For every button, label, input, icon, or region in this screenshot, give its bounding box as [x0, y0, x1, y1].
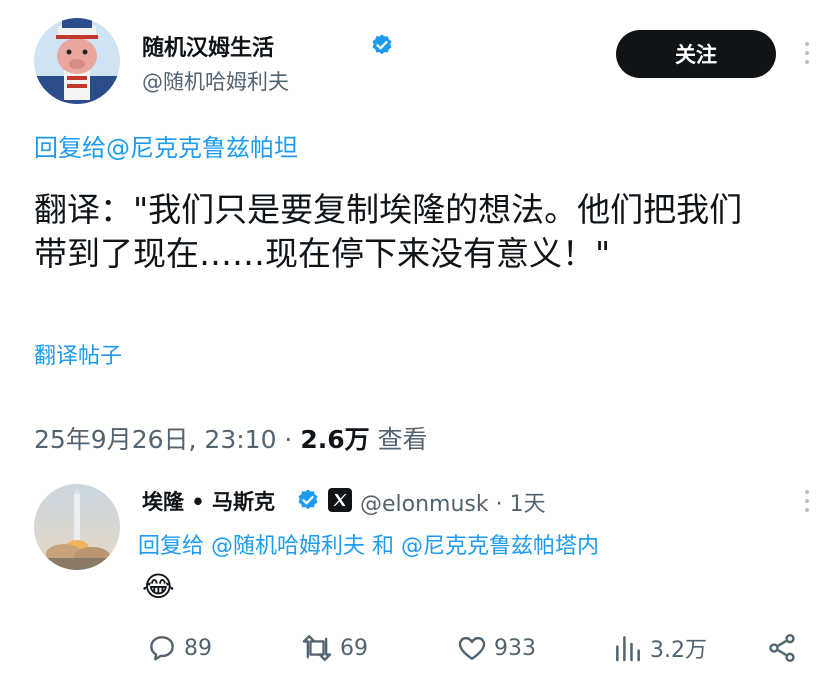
views-action[interactable]: 3.2万: [612, 632, 707, 664]
author-avatar[interactable]: [34, 18, 120, 104]
reply-emoji: 😂: [142, 570, 175, 603]
tweet-meta: 25年9月26日, 23:10 · 2.6万 查看: [34, 420, 428, 456]
reply-to-link[interactable]: 回复给 @随机哈姆利夫 和 @尼克克鲁兹帕塔内: [138, 528, 599, 560]
reply-author-name[interactable]: 埃隆 • 马斯克: [142, 486, 275, 516]
reply-icon: [150, 636, 174, 661]
verified-badge-icon: [370, 33, 394, 61]
verified-badge-icon: [296, 488, 320, 516]
reply-count: 89: [184, 635, 212, 661]
views-count: 3.2万: [650, 638, 707, 663]
share-icon[interactable]: [766, 632, 798, 668]
like-count: 933: [494, 635, 536, 661]
retweet-count: 69: [340, 635, 368, 661]
views-label: 查看: [369, 425, 428, 454]
x-logo-icon: [328, 488, 352, 516]
like-action[interactable]: 933: [456, 632, 536, 664]
translate-post-link[interactable]: 翻译帖子: [34, 338, 122, 370]
tweet-body: 翻译："我们只是要复制埃隆的想法。他们把我们带到了现在……现在停下来没有意义！": [34, 190, 743, 273]
author-handle[interactable]: @随机哈姆利夫: [142, 66, 289, 96]
retweet-icon: [302, 635, 332, 661]
views-icon: [616, 636, 640, 662]
reply-action[interactable]: 89: [146, 632, 212, 664]
tweet-timestamp[interactable]: 25年9月26日, 23:10 ·: [34, 425, 300, 454]
reply-to-link[interactable]: 回复给@尼克克鲁兹帕坦: [34, 128, 298, 163]
reply-author-meta: @elonmusk · 1天: [360, 486, 546, 518]
more-options-icon[interactable]: [805, 490, 809, 512]
reply-author-handle[interactable]: @elonmusk: [360, 492, 489, 517]
retweet-action[interactable]: 69: [300, 632, 368, 664]
reply-time[interactable]: · 1天: [489, 492, 546, 517]
like-icon: [458, 636, 486, 660]
reply-author-avatar[interactable]: [34, 484, 120, 570]
follow-button[interactable]: 关注: [616, 30, 776, 78]
more-options-icon[interactable]: [805, 42, 809, 64]
author-name[interactable]: 随机汉姆生活: [142, 30, 274, 62]
views-count: 2.6万: [300, 425, 370, 454]
